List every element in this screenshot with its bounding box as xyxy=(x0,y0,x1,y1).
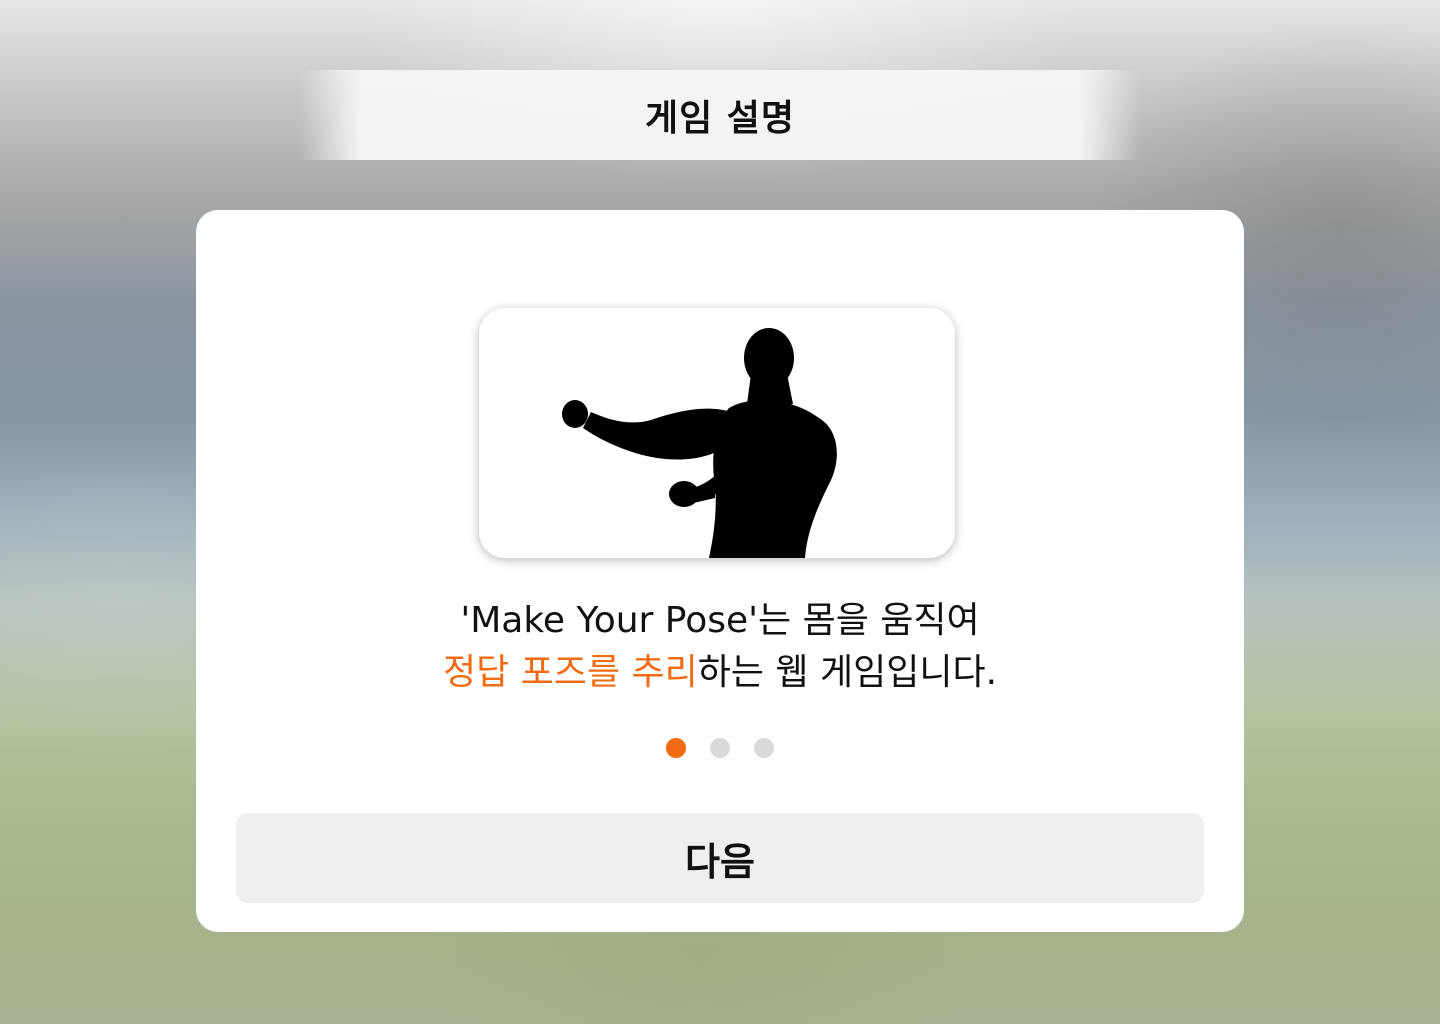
pose-illustration-card xyxy=(479,308,955,558)
page-dot-1[interactable] xyxy=(666,738,686,758)
page-title: 게임 설명 xyxy=(644,98,795,139)
description-rest: 하는 웹 게임입니다. xyxy=(697,652,998,693)
description-highlight: 정답 포즈를 추리 xyxy=(442,652,698,693)
game-instructions-modal: 'Make Your Pose'는 몸을 움직여 정답 포즈를 추리하는 웹 게… xyxy=(196,210,1244,932)
page-dot-2[interactable] xyxy=(710,738,730,758)
page-dot-3[interactable] xyxy=(754,738,774,758)
pagination-dots xyxy=(196,738,1244,758)
game-description: 'Make Your Pose'는 몸을 움직여 정답 포즈를 추리하는 웹 게… xyxy=(196,595,1244,699)
description-line-2: 정답 포즈를 추리하는 웹 게임입니다. xyxy=(196,647,1244,699)
pose-silhouette-icon xyxy=(562,328,837,558)
next-button[interactable]: 다음 xyxy=(236,813,1204,903)
description-line-1: 'Make Your Pose'는 몸을 움직여 xyxy=(460,600,980,641)
title-banner: 게임 설명 xyxy=(300,70,1140,160)
